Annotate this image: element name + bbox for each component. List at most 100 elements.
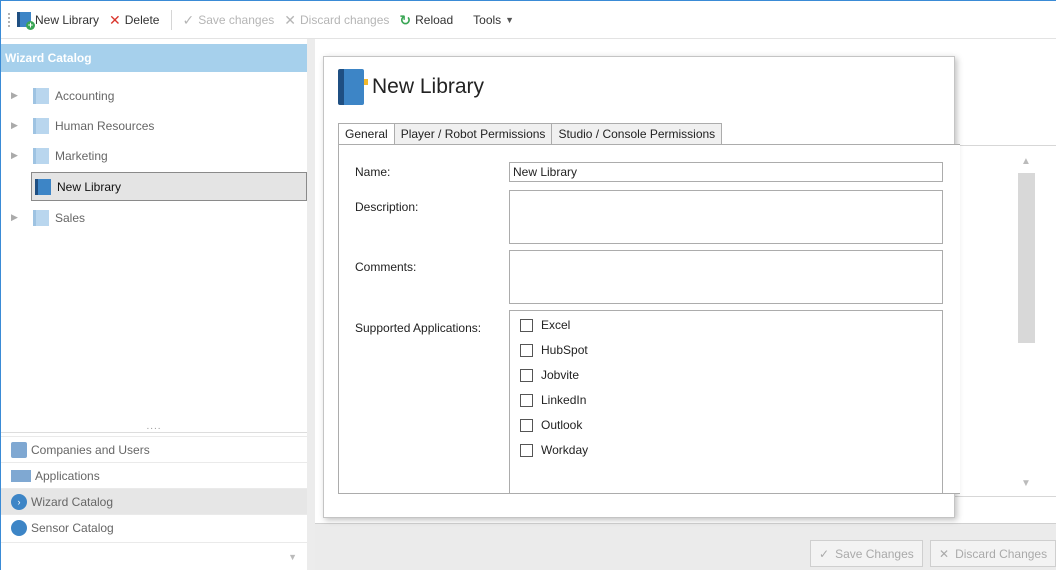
tree-item-label: Marketing — [55, 148, 108, 163]
nav-applications[interactable]: Applications — [1, 462, 307, 488]
nav-label: Applications — [35, 468, 100, 483]
library-book-icon — [338, 69, 368, 105]
discard-x-icon: ✕ — [939, 546, 950, 561]
panel-resize-grip[interactable]: .... — [1, 422, 307, 433]
left-panel: Wizard Catalog ▶ Accounting ▶ Human Reso… — [1, 44, 307, 570]
discard-x-icon: ✕ — [284, 11, 296, 28]
general-tab-panel: Name: New Library Description: Comments:… — [338, 144, 960, 494]
app-checkbox-outlook[interactable]: Outlook — [520, 418, 582, 432]
description-field[interactable] — [509, 190, 943, 244]
new-library-icon: + — [17, 12, 35, 30]
footer-discard-changes-button[interactable]: ✕ Discard Changes — [930, 540, 1056, 567]
tree-item-marketing[interactable]: ▶ Marketing — [1, 142, 307, 169]
wizard-arrow-icon: › — [11, 493, 27, 510]
tools-label: Tools — [473, 12, 502, 27]
tree-item-label: Accounting — [55, 88, 115, 103]
checkbox[interactable] — [520, 318, 533, 332]
app-checkbox-linkedin[interactable]: LinkedIn — [520, 393, 586, 407]
dialog-tabs: General Player / Robot Permissions Studi… — [338, 123, 723, 145]
delete-label: Delete — [124, 12, 160, 27]
app-label: LinkedIn — [541, 393, 587, 407]
panel-header: Wizard Catalog — [1, 44, 307, 72]
name-label: Name: — [355, 165, 391, 179]
expand-arrow-icon[interactable]: ▶ — [11, 90, 21, 101]
checkbox[interactable] — [520, 368, 533, 382]
description-label: Description: — [355, 200, 419, 214]
save-changes-label: Save changes — [198, 12, 275, 27]
app-checkbox-hubspot[interactable]: HubSpot — [520, 343, 588, 357]
chevron-down-icon: ▼ — [505, 14, 515, 25]
nav-label: Sensor Catalog — [31, 520, 114, 535]
sensor-icon — [11, 519, 27, 536]
toolbar-grip[interactable] — [7, 11, 11, 28]
delete-x-icon: ✕ — [109, 11, 121, 28]
checkbox[interactable] — [520, 418, 533, 432]
scrollbar-thumb[interactable] — [1018, 173, 1035, 343]
tree-item-new-library[interactable]: New Library — [31, 172, 307, 201]
tree-item-sales[interactable]: ▶ Sales — [1, 204, 307, 231]
tree-item-label: Human Resources — [55, 118, 155, 133]
scroll-down-icon[interactable]: ▼ — [1016, 478, 1036, 489]
checkbox[interactable] — [520, 343, 533, 357]
library-icon — [35, 178, 51, 195]
name-field[interactable]: New Library — [509, 162, 943, 182]
checkmark-icon: ✓ — [819, 546, 830, 561]
delete-button[interactable]: ✕ Delete — [109, 13, 159, 27]
save-changes-button[interactable]: ✓ Save changes — [182, 13, 274, 27]
footer-discard-label: Discard Changes — [955, 546, 1048, 561]
tree-item-human-resources[interactable]: ▶ Human Resources — [1, 112, 307, 139]
nav-companies-and-users[interactable]: Companies and Users — [1, 436, 307, 462]
app-label: Excel — [541, 318, 571, 332]
nav-label: Companies and Users — [31, 442, 150, 457]
tab-studio-console-permissions[interactable]: Studio / Console Permissions — [552, 123, 723, 145]
reload-icon: ↻ — [399, 11, 412, 28]
app-checkbox-jobvite[interactable]: Jobvite — [520, 368, 579, 382]
toolbar-separator — [171, 9, 173, 30]
tree-item-label: New Library — [57, 179, 122, 194]
content-panel-border — [955, 145, 1056, 497]
library-icon — [33, 209, 49, 226]
app-checkbox-excel[interactable]: Excel — [520, 318, 570, 332]
reload-label: Reload — [415, 12, 454, 27]
window-icon — [11, 469, 31, 482]
tree-item-accounting[interactable]: ▶ Accounting — [1, 82, 307, 109]
tools-menu[interactable]: Tools ▼ — [473, 13, 514, 27]
footer-bar: ✓ Save Changes ✕ Discard Changes — [315, 523, 1056, 570]
chevron-down-icon: ▼ — [288, 552, 297, 562]
supported-applications-list[interactable]: Excel HubSpot Jobvite LinkedIn Outlook W… — [509, 310, 943, 493]
new-library-button[interactable]: + New Library — [17, 12, 100, 30]
expand-arrow-icon[interactable]: ▶ — [11, 120, 21, 131]
reload-button[interactable]: ↻ Reload — [399, 13, 453, 27]
dialog-header: New Library — [338, 67, 484, 107]
app-checkbox-workday[interactable]: Workday — [520, 443, 588, 457]
dialog-title: New Library — [372, 75, 485, 98]
checkmark-icon: ✓ — [182, 11, 195, 28]
footer-save-label: Save Changes — [835, 546, 914, 561]
supported-applications-label: Supported Applications: — [355, 321, 482, 335]
nav-overflow[interactable]: ▼ — [1, 542, 307, 570]
expand-arrow-icon[interactable]: ▶ — [11, 150, 21, 161]
app-label: Workday — [541, 443, 589, 457]
library-icon — [33, 147, 49, 164]
nav-wizard-catalog[interactable]: › Wizard Catalog — [1, 488, 307, 514]
library-tree: ▶ Accounting ▶ Human Resources ▶ Marketi… — [1, 72, 307, 426]
tab-player-robot-permissions[interactable]: Player / Robot Permissions — [394, 123, 553, 145]
footer-save-changes-button[interactable]: ✓ Save Changes — [810, 540, 923, 567]
library-editor-dialog: New Library General Player / Robot Permi… — [323, 56, 960, 518]
library-icon — [33, 117, 49, 134]
checkbox[interactable] — [520, 443, 533, 457]
panel-splitter[interactable] — [307, 39, 315, 570]
comments-field[interactable] — [509, 250, 943, 304]
expand-arrow-icon[interactable]: ▶ — [11, 212, 21, 223]
nav-sensor-catalog[interactable]: Sensor Catalog — [1, 514, 307, 540]
app-label: Outlook — [541, 418, 583, 432]
scroll-up-icon[interactable]: ▲ — [1016, 156, 1036, 167]
discard-changes-button[interactable]: ✕ Discard changes — [284, 13, 389, 27]
checkbox[interactable] — [520, 393, 533, 407]
app-label: HubSpot — [541, 343, 588, 357]
app-label: Jobvite — [541, 368, 580, 382]
discard-changes-label: Discard changes — [299, 12, 390, 27]
tab-general[interactable]: General — [338, 123, 395, 145]
new-library-label: New Library — [35, 12, 100, 27]
nav-label: Wizard Catalog — [31, 494, 114, 509]
